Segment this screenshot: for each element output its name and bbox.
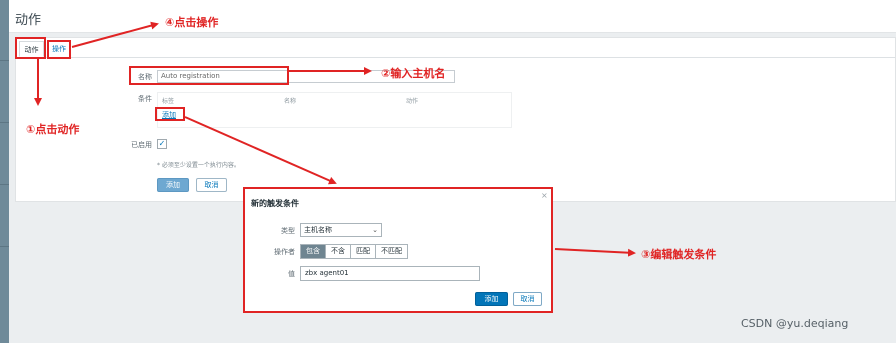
add-button[interactable]: 添加 [157,178,189,192]
operator-contains[interactable]: 包含 [301,245,326,258]
operator-matches[interactable]: 匹配 [351,245,376,258]
annotation-step4: ④点击操作 [165,16,219,29]
conditions-header-name: 名称 [284,98,297,105]
highlight-operations-tab [47,40,71,59]
highlight-add-condition [155,107,185,121]
operator-not-matches[interactable]: 不匹配 [376,245,407,258]
type-label: 类型 [281,227,295,235]
arrow-step3 [554,248,636,257]
enabled-checkbox[interactable]: ✓ [157,139,167,149]
page-title: 动作 [15,13,42,28]
chevron-down-icon: ⌄ [372,226,378,234]
annotation-step1: ①点击动作 [26,123,80,136]
cancel-button[interactable]: 取消 [196,178,227,192]
annotation-step2: ②输入主机名 [381,67,446,80]
dialog-title: 新的触发条件 [251,199,299,208]
conditions-header-tag: 标签 [162,98,175,105]
operator-not-contains[interactable]: 不含 [326,245,351,258]
sidebar-divider [0,122,9,123]
sidebar-divider [0,246,9,247]
top-bar [9,0,896,33]
close-icon[interactable]: × [541,191,548,200]
dialog-add-button[interactable]: 添加 [475,292,508,306]
highlight-name-field [129,66,289,85]
operator-segmented-control: 包含 不含 匹配 不匹配 [300,244,408,259]
conditions-header-action: 动作 [406,98,419,105]
watermark: CSDN @yu.deqiang [741,317,849,330]
highlight-action-tab [15,37,46,59]
conditions-label: 条件 [138,95,152,103]
dialog-cancel-button[interactable]: 取消 [513,292,542,306]
value-label: 值 [288,270,295,278]
value-input[interactable]: zbx agent01 [300,266,480,281]
operator-label: 操作者 [274,248,295,256]
sidebar-strip [0,0,9,343]
enabled-label: 已启用 [131,141,152,149]
conditions-table [157,92,512,128]
type-select[interactable]: 主机名称 ⌄ [300,223,382,237]
required-hint: * 必须至少设置一个执行内容。 [157,162,240,169]
tab-divider [15,57,895,58]
annotation-step3: ③编辑触发条件 [641,248,717,261]
sidebar-divider [0,60,9,61]
type-select-value: 主机名称 [304,226,332,234]
check-icon: ✓ [158,139,166,148]
sidebar-divider [0,184,9,185]
new-condition-dialog: 新的触发条件 × 类型 主机名称 ⌄ 操作者 包含 不含 匹配 不匹配 值 zb… [243,187,553,313]
